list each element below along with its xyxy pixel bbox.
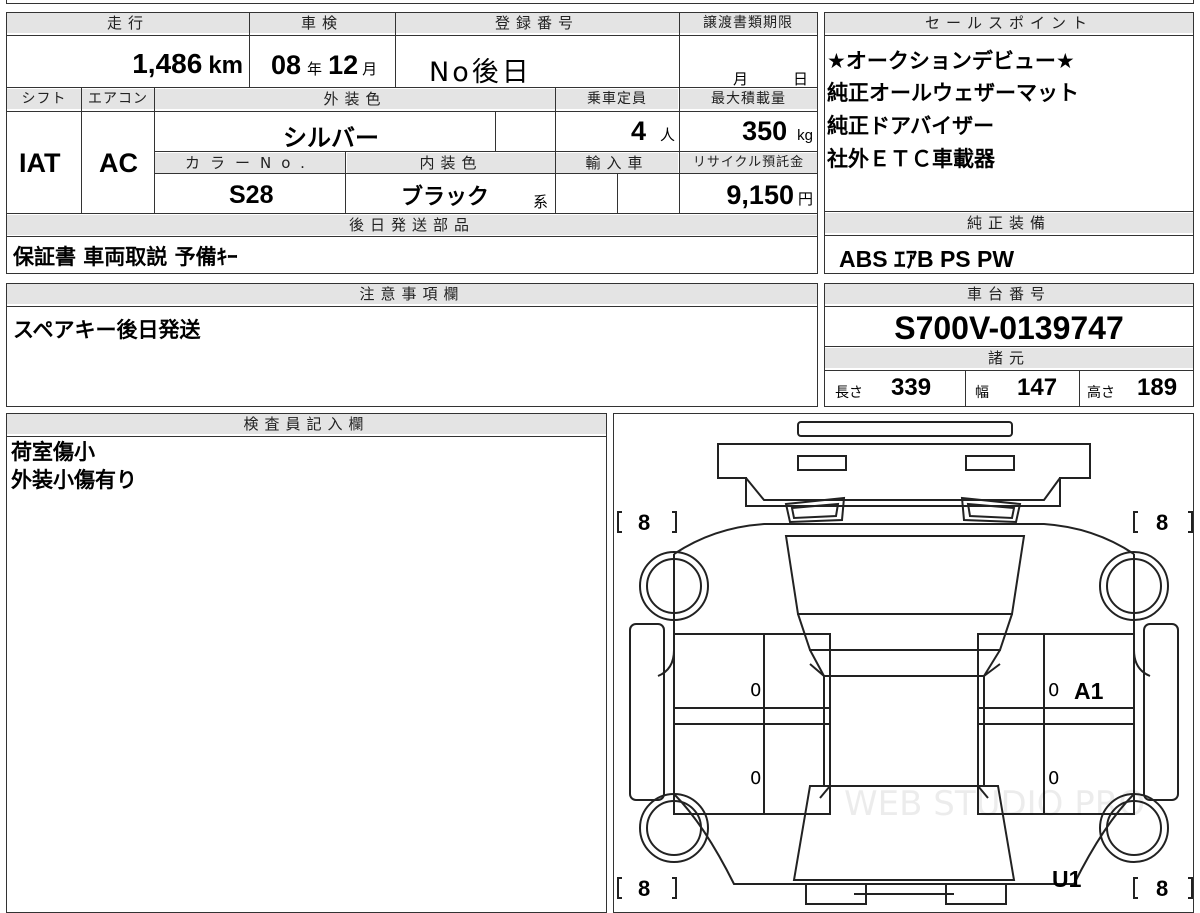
capacity-label: 乗車定員 [556, 89, 678, 109]
chassis-number: S700V-0139747 [894, 310, 1124, 346]
inspection-label: 車検 [249, 13, 395, 33]
height-value: 189 [1137, 374, 1178, 401]
equipment-label: 純正装備 [825, 213, 1193, 233]
tire-grade-rear-left: 8 [638, 510, 651, 535]
registration-label: 登録番号 [395, 13, 679, 33]
ac-value: AC [99, 148, 138, 178]
recycle-label: リサイクル預託金 [680, 153, 817, 173]
panel-mark: 0 [750, 768, 762, 789]
max-load-value: 350 kg [742, 116, 813, 146]
damage-annotation: U1 [1052, 866, 1082, 892]
vehicle-outline [617, 421, 1193, 905]
interior-color-value: ブラック [401, 185, 490, 210]
sales-points-box: セールスポイント ★オークションデビュー★ 純正オールウェザーマット 純正ドアバ… [824, 12, 1194, 212]
inspector-label: 検査員記入欄 [7, 414, 606, 434]
inspector-line: 外装小傷有り [11, 468, 137, 492]
equipment-box: 純正装備 ABS ｴｱB PS PW [824, 211, 1194, 274]
max-load-label: 最大積載量 [680, 89, 817, 109]
chassis-box: 車台番号 S700V-0139747 諸元 長さ 339 幅 147 高さ 18… [824, 283, 1194, 407]
vehicle-damage-diagram: 8 8 8 8 0 0 0 0 A1 U1 WEB STUDIO PRO [613, 413, 1194, 913]
exterior-color-value: シルバー [283, 124, 379, 152]
top-strip [6, 0, 1194, 4]
interior-color-label: 内装色 [347, 153, 555, 173]
exterior-color-label: 外装色 [155, 89, 555, 109]
watermark: WEB STUDIO PRO [844, 784, 1146, 824]
damage-annotation: A1 [1074, 678, 1104, 704]
chassis-label: 車台番号 [825, 284, 1193, 304]
deadline-day-unit: 日 [793, 70, 809, 88]
length-value: 339 [891, 374, 932, 401]
mileage-value: 1,486 km [132, 48, 243, 79]
shift-label: シフト [7, 89, 81, 109]
height-label: 高さ [1087, 385, 1115, 401]
length-label: 長さ [835, 385, 863, 401]
specs-label: 諸元 [825, 348, 1193, 368]
notes-value: スペアキー後日発送 [13, 318, 201, 342]
recycle-value: 9,150 円 [726, 180, 813, 210]
sales-point-item: ★オークションデビュー★ [827, 49, 1075, 73]
shift-value: IAT [19, 148, 61, 178]
transfer-deadline-label: 譲渡書類期限 [679, 13, 817, 33]
registration-value: No後日 [429, 57, 532, 88]
tire-grade-front-left: 8 [638, 876, 651, 901]
vehicle-info-table: 走行 車検 登録番号 譲渡書類期限 1,486 km 08 年 12 月 No後日 月 … [6, 12, 818, 274]
color-no-value: S28 [229, 181, 274, 209]
mileage-label: 走行 [7, 13, 249, 33]
equipment-value: ABS ｴｱB PS PW [839, 246, 1015, 272]
inspector-box: 検査員記入欄 荷室傷小 外装小傷有り [6, 413, 607, 913]
sales-point-item: 純正ドアバイザー [827, 114, 995, 138]
capacity-value: 4人 [630, 116, 675, 146]
width-label: 幅 [975, 385, 989, 401]
sales-point-item: 純正オールウェザーマット [827, 81, 1079, 105]
tire-grade-front-right: 8 [1156, 876, 1169, 901]
ac-label: エアコン [82, 89, 154, 109]
interior-color-suffix: 系 [533, 193, 549, 211]
color-no-label: カラーNo. [155, 153, 345, 173]
later-parts-value: 保証書 車両取説 予備ｷｰ [13, 245, 238, 269]
sales-point-item: 社外ＥＴＣ車載器 [827, 147, 995, 171]
inspector-line: 荷室傷小 [11, 440, 95, 464]
width-value: 147 [1017, 374, 1058, 401]
later-parts-label: 後日発送部品 [7, 215, 817, 235]
panel-mark: 0 [1048, 680, 1060, 701]
notes-label: 注意事項欄 [7, 284, 817, 304]
deadline-month-unit: 月 [733, 70, 749, 88]
notes-box: 注意事項欄 スペアキー後日発送 [6, 283, 818, 407]
tire-grade-rear-right: 8 [1156, 510, 1169, 535]
sales-points-label: セールスポイント [825, 13, 1193, 33]
inspection-value: 08 年 12 月 [271, 50, 378, 80]
import-label: 輸入車 [556, 153, 678, 173]
panel-mark: 0 [750, 680, 762, 701]
